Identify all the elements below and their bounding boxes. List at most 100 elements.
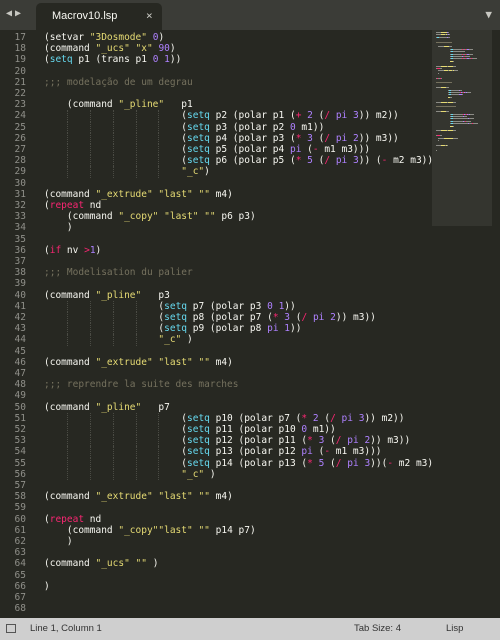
line-number: 19 <box>14 54 26 66</box>
code-token: ) <box>44 580 50 592</box>
indent-guide <box>89 166 91 178</box>
indent-guide <box>112 312 114 324</box>
line-number: 59 <box>14 502 26 514</box>
code-token: "_ucs" <box>95 43 130 55</box>
line-number: 52 <box>14 424 26 435</box>
line-number: 56 <box>14 468 26 480</box>
line-number: 32 <box>14 200 26 211</box>
code-token: setq <box>187 424 210 435</box>
line-number: 26 <box>14 132 26 144</box>
indent-guide <box>66 468 68 480</box>
code-token: p9 (polar p8 <box>187 323 268 335</box>
minimap-line <box>446 144 448 146</box>
code-token: pi <box>335 155 348 167</box>
close-icon[interactable]: × <box>146 9 153 22</box>
minimap-line <box>463 116 467 117</box>
line-number: 46 <box>14 356 26 368</box>
code-token: setq <box>187 144 210 155</box>
line-number: 47 <box>14 368 26 379</box>
chevron-down-icon[interactable]: ▼ <box>485 8 492 21</box>
line-number: 21 <box>14 76 26 88</box>
indent-guide <box>89 424 91 436</box>
file-tab[interactable]: Macrov10.lsp × <box>36 3 162 30</box>
code-token: "" <box>198 524 210 536</box>
code-token: (command <box>44 401 96 413</box>
indent-guide <box>135 155 137 167</box>
indent-guide <box>135 312 137 324</box>
minimap-line <box>452 60 454 62</box>
indent-guide <box>66 446 68 458</box>
indent-guide <box>158 468 160 480</box>
minimap-line <box>452 125 454 127</box>
code-line: (setq p4 (polar p3 (* 3 (/ pi 2)) m3)) <box>181 133 399 144</box>
minimap-line <box>453 116 463 117</box>
code-line: (setq p14 (polar p13 (* 5 (/ pi 3))(- m2… <box>181 458 444 469</box>
line-number: 51 <box>14 412 26 424</box>
code-token: ))( <box>370 457 388 469</box>
code-token: "" <box>198 188 210 200</box>
line-number: 39 <box>14 278 26 290</box>
code-token: setq <box>164 300 188 312</box>
code-token: setq <box>187 121 210 133</box>
code-token: "_pline" <box>95 289 142 301</box>
forward-arrow-icon[interactable]: ▶ <box>15 8 22 19</box>
code-token: repeat <box>49 513 85 525</box>
indent-guide <box>135 412 137 424</box>
line-number: 48 <box>14 379 26 391</box>
code-token: m1)) <box>307 424 336 435</box>
code-token: repeat <box>49 200 85 211</box>
code-token: "last" <box>158 356 193 368</box>
line-number: 38 <box>14 267 26 279</box>
line-number: 33 <box>14 211 26 223</box>
minimap-line <box>449 34 450 36</box>
code-token: ( <box>312 446 325 458</box>
code-token: (command <box>44 558 96 570</box>
minimap-line <box>453 58 463 60</box>
code-line: (setvar "3Dosmode" 0) <box>44 32 164 43</box>
code-token: p3 (polar p2 <box>209 121 290 133</box>
code-line: (command "_extrude" "last" "" m4) <box>44 491 233 502</box>
code-token: ( <box>324 435 336 447</box>
code-token: (command <box>66 99 119 111</box>
code-token: ( <box>318 412 331 424</box>
indent-guide <box>89 468 91 480</box>
minimap-line <box>453 118 464 120</box>
code-token: p8 (polar p7 ( <box>187 312 273 323</box>
tab-navigation: ◀ ▶ <box>6 8 24 19</box>
indent-guide <box>112 121 114 133</box>
minimap[interactable] <box>432 30 492 618</box>
code-token: "3Dosmode" <box>89 32 147 43</box>
minimap-line <box>446 87 450 89</box>
minimap-line <box>453 113 463 115</box>
indent-guide <box>89 334 91 346</box>
code-token: p2 (polar p1 ( <box>209 110 296 122</box>
minimap-line <box>453 56 462 57</box>
minimap-line <box>469 53 474 55</box>
tab-size-selector[interactable]: Tab Size: 4 <box>354 623 401 634</box>
code-editor[interactable]: 17 (setvar "3Dosmode" 0) 18 (command "_ucs"… <box>0 30 445 618</box>
indent-guide <box>89 144 91 156</box>
line-number: 66 <box>14 580 26 592</box>
minimap-line <box>438 72 439 74</box>
code-token: "_c" <box>181 166 205 178</box>
indent-guide <box>158 166 160 178</box>
minimap-line <box>436 82 452 84</box>
indent-guide <box>135 468 137 480</box>
minimap-viewport[interactable] <box>432 30 492 226</box>
line-number: 40 <box>14 289 26 301</box>
syntax-selector[interactable]: Lisp <box>446 623 463 634</box>
code-line: "_c") <box>181 166 210 177</box>
back-arrow-icon[interactable]: ◀ <box>6 8 13 19</box>
minimap-line <box>469 113 474 115</box>
indent-guide <box>135 457 137 469</box>
code-token: p5 (polar p4 <box>209 144 290 155</box>
indent-guide <box>135 300 137 312</box>
code-line: "_c" ) <box>158 334 192 345</box>
code-token: ( <box>301 144 313 155</box>
indent-guide <box>66 412 68 424</box>
code-line: (setq p5 (polar p4 pi (- m1 m3))) <box>181 144 370 155</box>
panel-toggle-icon[interactable] <box>6 624 16 633</box>
code-line: ;;; reprendre la suite des marches <box>44 379 238 390</box>
code-token: m1 m3))) <box>318 144 371 155</box>
indent-guide <box>158 110 160 122</box>
